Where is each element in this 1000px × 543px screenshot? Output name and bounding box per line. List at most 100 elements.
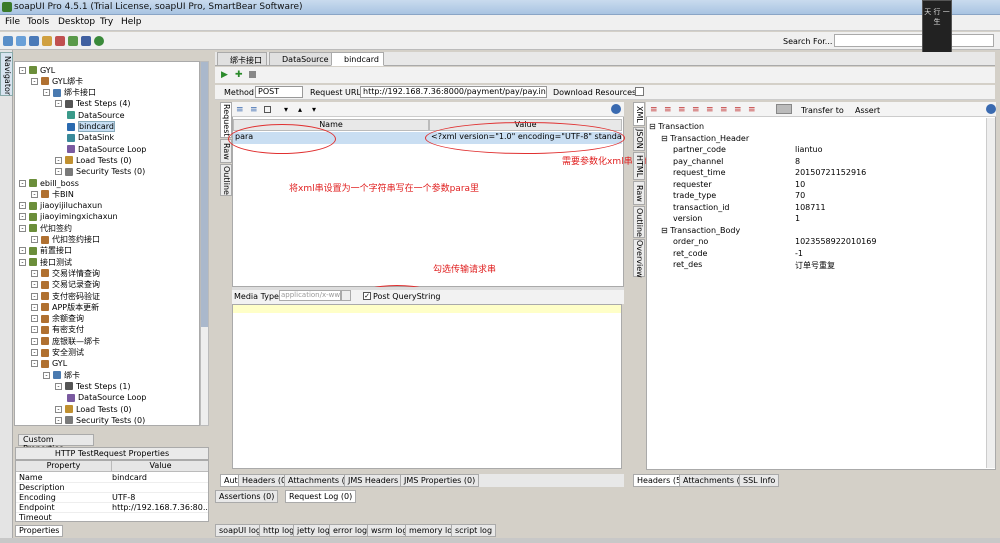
tree-node[interactable]: - 接口测试	[19, 256, 72, 268]
expand-toggle-icon[interactable]: -	[31, 315, 38, 323]
expand-toggle-icon[interactable]: -	[19, 202, 26, 210]
value-column-header[interactable]: Value	[112, 461, 208, 472]
xml-node[interactable]: ⊟ Transaction_Body	[661, 226, 740, 238]
post-querystring-checkbox[interactable]: ✓	[363, 292, 371, 300]
response-scrollbar[interactable]	[986, 118, 995, 468]
format3-icon[interactable]: ≡	[678, 105, 686, 115]
menu-tools[interactable]: Tools	[27, 17, 49, 27]
vtab-xml[interactable]: XML	[633, 102, 645, 126]
xml-node[interactable]: trade_type	[673, 191, 716, 203]
xml-node[interactable]: pay_channel	[673, 157, 723, 169]
transfer-to-button[interactable]: Transfer to	[801, 106, 844, 115]
add-param-icon[interactable]: ≡	[236, 105, 244, 115]
expand-toggle-icon[interactable]: -	[19, 258, 26, 266]
tree-node[interactable]: - 交易记录查询	[31, 279, 100, 291]
format5-icon[interactable]: ≡	[706, 105, 714, 115]
tree-node[interactable]: - Load Tests (0)	[55, 403, 132, 415]
request-tab-3[interactable]: JMS Headers	[344, 474, 403, 487]
custom-properties-tab[interactable]: Custom Properties	[18, 434, 94, 453]
media-type-select[interactable]: application/x-www	[279, 290, 341, 301]
help-icon[interactable]	[611, 104, 621, 114]
tree-node[interactable]: - ebill_boss	[19, 177, 79, 189]
tree-node[interactable]: - 庞银联—绑卡	[31, 335, 100, 347]
xml-node[interactable]: version	[673, 214, 702, 226]
import-icon[interactable]	[16, 36, 26, 46]
property-value[interactable]: UTF-8	[112, 493, 135, 502]
expand-toggle-icon[interactable]: -	[55, 416, 62, 424]
tab-bangka-interface[interactable]: 绑卡接口	[217, 52, 267, 66]
xml-node[interactable]: partner_code	[673, 145, 726, 157]
expand-toggle-icon[interactable]: -	[55, 100, 62, 108]
forum-icon[interactable]	[94, 36, 104, 46]
tree-node[interactable]: - 绑卡接口	[43, 87, 96, 99]
new-project-icon[interactable]	[3, 36, 13, 46]
tree-node[interactable]: - Security Tests (0)	[55, 166, 145, 178]
tree-node[interactable]: - APP版本更新	[31, 301, 99, 313]
tree-node[interactable]: - jiaoyijiluchaxun	[19, 200, 102, 212]
xml-node[interactable]: ⊟ Transaction_Header	[661, 134, 749, 146]
expand-toggle-icon[interactable]: -	[31, 269, 38, 277]
sort-icon[interactable]: ▾	[312, 105, 316, 114]
property-row[interactable]: Endpoint http://192.168.7.36:80...	[16, 503, 208, 513]
tree-node[interactable]: - 绑卡	[43, 369, 80, 381]
expand-toggle-icon[interactable]: -	[31, 281, 38, 289]
request-body-editor[interactable]	[232, 304, 622, 469]
menu-file[interactable]: File	[5, 17, 20, 27]
expand-toggle-icon[interactable]: -	[31, 77, 38, 85]
soapui-log-tab-3[interactable]: error log	[329, 524, 372, 537]
format6-icon[interactable]: ≡	[720, 105, 728, 115]
move-up-icon[interactable]: ▾	[284, 105, 288, 114]
menu-help[interactable]: Help	[121, 17, 142, 27]
stop-icon[interactable]	[249, 71, 256, 78]
xml-node-value[interactable]: 1023558922010169	[795, 237, 876, 249]
expand-toggle-icon[interactable]: -	[55, 168, 62, 176]
move-down-icon[interactable]: ▴	[298, 105, 302, 114]
method-select[interactable]: POST	[255, 86, 303, 98]
expand-toggle-icon[interactable]: -	[19, 179, 26, 187]
expand-toggle-icon[interactable]: -	[19, 224, 26, 232]
vtab-overview[interactable]: Overview	[633, 239, 645, 278]
vtab-request[interactable]: Request	[220, 102, 232, 138]
menu-try[interactable]: Try	[100, 17, 113, 27]
toggle-icon[interactable]	[776, 104, 792, 114]
format2-icon[interactable]: ≡	[664, 105, 672, 115]
assert-button[interactable]: Assert	[855, 106, 880, 115]
property-column-header[interactable]: Property	[16, 461, 112, 472]
tree-node[interactable]: - jiaoyimingxichaxun	[19, 211, 118, 223]
monitor-icon[interactable]	[68, 36, 78, 46]
xml-node-value[interactable]: 10	[795, 180, 805, 192]
vtab-outline[interactable]: Outline	[220, 164, 232, 196]
tree-node[interactable]: - GYL	[19, 64, 55, 76]
tree-node[interactable]: bindcard	[67, 121, 115, 133]
expand-toggle-icon[interactable]: -	[31, 349, 38, 356]
vtab-outline-response[interactable]: Outline	[633, 206, 645, 238]
xml-node-value[interactable]: 8	[795, 157, 800, 169]
expand-toggle-icon[interactable]: -	[31, 303, 38, 311]
tree-node[interactable]: DataSource Loop	[67, 143, 146, 155]
tree-node[interactable]: - 支付密码验证	[31, 290, 100, 302]
xml-node-value[interactable]: 1	[795, 214, 800, 226]
soapui-log-tab-6[interactable]: script log	[451, 524, 497, 537]
property-row[interactable]: Description	[16, 483, 208, 493]
request-tab-4[interactable]: JMS Properties (0)	[400, 474, 480, 487]
tree-node[interactable]: - 卡BIN	[31, 188, 74, 200]
tab-bindcard[interactable]: bindcard	[331, 52, 384, 66]
expand-toggle-icon[interactable]: -	[31, 292, 38, 300]
xml-node[interactable]: requester	[673, 180, 712, 192]
property-row[interactable]: Timeout	[16, 513, 208, 521]
expand-toggle-icon[interactable]: -	[43, 89, 50, 97]
run-icon[interactable]: ▶	[221, 70, 228, 80]
format-icon[interactable]: ≡	[650, 105, 658, 115]
expand-toggle-icon[interactable]: -	[31, 360, 38, 368]
tree-node[interactable]: - GYL绑卡	[31, 75, 83, 87]
tree-node[interactable]: - 前置接口	[19, 245, 72, 257]
expand-toggle-icon[interactable]: -	[55, 156, 62, 164]
tree-node[interactable]: - Security Tests (0)	[55, 414, 145, 425]
expand-toggle-icon[interactable]: -	[55, 405, 62, 413]
property-row[interactable]: Encoding UTF-8	[16, 493, 208, 503]
format4-icon[interactable]: ≡	[692, 105, 700, 115]
xml-node[interactable]: ⊟ Transaction	[649, 122, 704, 134]
tab-datasource[interactable]: DataSource	[269, 52, 334, 66]
tree-node[interactable]: - GYL	[31, 358, 67, 370]
expand-toggle-icon[interactable]: -	[43, 371, 50, 379]
